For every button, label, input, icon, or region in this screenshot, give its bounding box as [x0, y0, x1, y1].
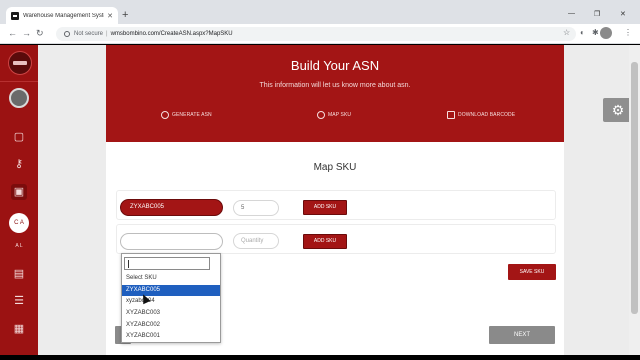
address-separator: |: [106, 31, 108, 37]
new-tab-button[interactable]: +: [122, 9, 128, 21]
profile-avatar[interactable]: [600, 27, 612, 39]
sku-select[interactable]: ZYXABC005: [120, 199, 223, 216]
step-map-sku[interactable]: MAP SKU: [317, 111, 351, 119]
user-initials-badge[interactable]: C A: [9, 213, 29, 233]
info-icon[interactable]: [64, 31, 70, 37]
gear-icon: ⚙: [611, 102, 625, 118]
report-icon[interactable]: ▦: [11, 321, 27, 337]
dropdown-options: Select SKU ZYXABC005 xyzabc004 XYZABC003…: [122, 273, 220, 343]
step-label: MAP SKU: [328, 112, 352, 118]
quantity-input[interactable]: 5: [233, 200, 279, 216]
dropdown-option[interactable]: xyzabc004: [122, 296, 220, 308]
address-bar-row: ← → ↻ Not secure | wmsbombino.com/Create…: [0, 24, 640, 44]
dropdown-search-input[interactable]: [124, 257, 210, 270]
dropdown-option[interactable]: XYZABC002: [122, 320, 220, 332]
next-button[interactable]: NEXT: [489, 326, 555, 344]
dropdown-option[interactable]: XYZABC003: [122, 308, 220, 320]
sidebar-divider: [0, 81, 38, 82]
dropdown-option[interactable]: Select SKU: [122, 273, 220, 285]
bookmark-star-icon[interactable]: ☆: [563, 28, 570, 38]
forward-icon[interactable]: →: [22, 28, 31, 39]
save-sku-button[interactable]: SAVE SKU: [508, 264, 556, 280]
minimize-icon[interactable]: —: [568, 10, 575, 17]
step-label: DOWNLOAD BARCODE: [458, 112, 516, 118]
quantity-input[interactable]: Quantity: [233, 233, 279, 249]
back-icon[interactable]: ←: [8, 28, 17, 39]
puzzle-icon[interactable]: ✱: [592, 28, 599, 38]
key-icon[interactable]: ⚷: [11, 156, 27, 172]
address-bar[interactable]: Not secure | wmsbombino.com/CreateASN.as…: [56, 27, 576, 41]
browser-tab[interactable]: Warehouse Management Syste ✕: [6, 7, 118, 24]
sidebar: ▢ ⚷ ▣ C A A L ▤ ☰ ▦: [0, 45, 38, 355]
dropdown-option-selected[interactable]: ZYXABC005: [122, 284, 220, 297]
hero-banner: Build Your ASN This information will let…: [106, 45, 564, 142]
cube-icon[interactable]: ▢: [11, 129, 27, 145]
add-sku-button[interactable]: ADD SKU: [303, 200, 347, 215]
step-label: GENERATE ASN: [172, 112, 212, 118]
url-text: wmsbombino.com/CreateASN.aspx?MapSKU: [110, 31, 233, 37]
app-favicon-icon: [11, 11, 19, 20]
security-label: Not secure: [74, 31, 104, 37]
sku-dropdown: Select SKU ZYXABC005 xyzabc004 XYZABC003…: [121, 253, 221, 343]
tab-close-icon[interactable]: ✕: [107, 12, 113, 20]
maximize-icon[interactable]: ❐: [594, 10, 600, 18]
section-title: Map SKU: [313, 162, 357, 173]
browser-menu-icon[interactable]: ⋮: [624, 28, 632, 38]
step-generate-asn[interactable]: GENERATE ASN: [161, 111, 212, 119]
page-subtitle: This information will let us know more a…: [259, 82, 411, 89]
step-download-barcode[interactable]: DOWNLOAD BARCODE: [447, 111, 515, 119]
scrollbar-thumb[interactable]: [631, 62, 638, 314]
barcode-icon: [447, 111, 455, 119]
list-icon[interactable]: ☰: [11, 293, 27, 309]
sku-select-empty[interactable]: [120, 233, 223, 250]
add-sku-button[interactable]: ADD SKU: [303, 234, 347, 249]
reload-icon[interactable]: ↻: [36, 28, 44, 39]
user-label: A L: [15, 243, 23, 249]
browser-tab-bar: Warehouse Management Syste ✕ + — ❐ ✕: [0, 0, 640, 24]
settings-icon: [317, 111, 325, 119]
package-icon[interactable]: ▤: [11, 266, 27, 282]
user-avatar[interactable]: [9, 88, 29, 108]
close-window-icon[interactable]: ✕: [620, 10, 626, 18]
extension-icon[interactable]: ◐: [580, 28, 585, 38]
box-icon[interactable]: ▣: [11, 184, 27, 200]
clock-icon: [161, 111, 169, 119]
page-title: Build Your ASN: [290, 58, 380, 73]
bottom-edge: [0, 355, 640, 360]
brand-logo[interactable]: [8, 51, 32, 75]
dropdown-option[interactable]: XYZABC001: [122, 331, 220, 343]
tab-title: Warehouse Management Syste: [23, 12, 105, 19]
